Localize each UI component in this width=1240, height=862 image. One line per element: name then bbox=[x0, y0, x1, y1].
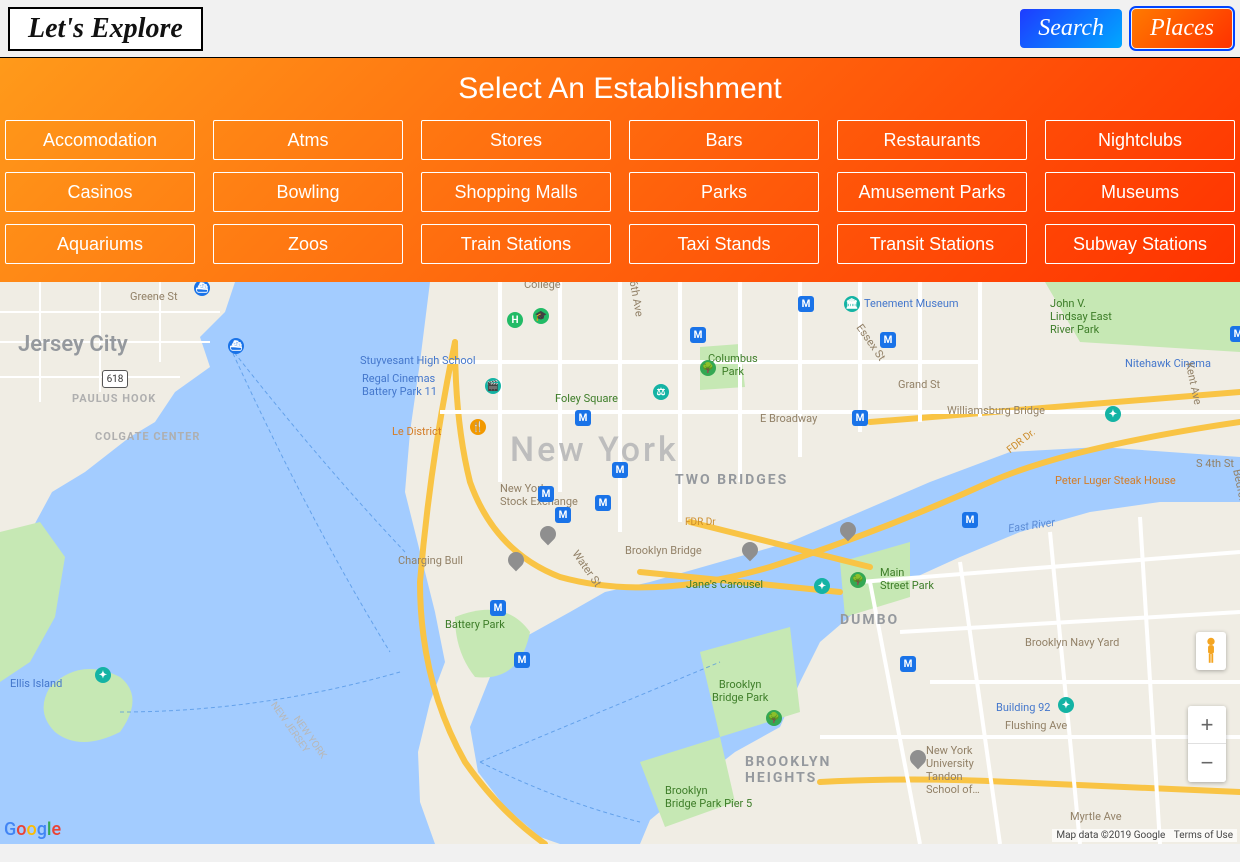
category-stores[interactable]: Stores bbox=[421, 120, 611, 160]
poi-icon: ✦ bbox=[1058, 697, 1074, 713]
metro-icon: M bbox=[595, 495, 611, 511]
metro-icon: M bbox=[852, 410, 868, 426]
poi-icon: ✦ bbox=[95, 667, 111, 683]
park-icon: 🌳 bbox=[850, 572, 866, 588]
category-nightclubs[interactable]: Nightclubs bbox=[1045, 120, 1235, 160]
category-aquariums[interactable]: Aquariums bbox=[5, 224, 195, 264]
category-accomodation[interactable]: Accomodation bbox=[5, 120, 195, 160]
google-logo: Google bbox=[4, 819, 61, 840]
category-shopping-malls[interactable]: Shopping Malls bbox=[421, 172, 611, 212]
hospital-icon: H bbox=[507, 312, 523, 328]
zoom-in-button[interactable]: + bbox=[1188, 706, 1226, 744]
category-grid: Accomodation Atms Stores Bars Restaurants Nig… bbox=[0, 120, 1240, 264]
park-icon: 🌳 bbox=[700, 360, 716, 376]
category-transit-stations[interactable]: Transit Stations bbox=[837, 224, 1027, 264]
category-bowling[interactable]: Bowling bbox=[213, 172, 403, 212]
park-icon: 🌳 bbox=[766, 710, 782, 726]
search-button[interactable]: Search bbox=[1020, 9, 1122, 48]
poi-icon: ⚖ bbox=[653, 384, 669, 400]
metro-icon: M bbox=[555, 507, 571, 523]
map-attribution: Map data ©2019 Google Terms of Use bbox=[1052, 829, 1237, 842]
metro-icon: M bbox=[880, 332, 896, 348]
metro-icon: M bbox=[612, 462, 628, 478]
attribution-text: Map data ©2019 Google bbox=[1056, 830, 1165, 841]
panel-title: Select An Establishment bbox=[0, 58, 1240, 120]
header: Let's Explore Search Places bbox=[0, 0, 1240, 58]
metro-icon: M bbox=[962, 512, 978, 528]
category-restaurants[interactable]: Restaurants bbox=[837, 120, 1027, 160]
poi-icon: ✦ bbox=[814, 578, 830, 594]
nav: Search Places bbox=[1020, 9, 1232, 48]
pegman-icon bbox=[1202, 637, 1220, 665]
places-button[interactable]: Places bbox=[1132, 9, 1232, 48]
category-casinos[interactable]: Casinos bbox=[5, 172, 195, 212]
route-shield-618: 618 bbox=[102, 370, 128, 388]
food-icon: 🍴 bbox=[470, 419, 486, 435]
category-zoos[interactable]: Zoos bbox=[213, 224, 403, 264]
establishment-panel: Select An Establishment Accomodation Atms… bbox=[0, 58, 1240, 282]
category-subway-stations[interactable]: Subway Stations bbox=[1045, 224, 1235, 264]
category-train-stations[interactable]: Train Stations bbox=[421, 224, 611, 264]
poi-icon: 🎬 bbox=[485, 378, 501, 394]
metro-icon: M bbox=[490, 600, 506, 616]
metro-icon: M bbox=[538, 486, 554, 502]
category-atms[interactable]: Atms bbox=[213, 120, 403, 160]
category-museums[interactable]: Museums bbox=[1045, 172, 1235, 212]
pegman-control[interactable] bbox=[1196, 632, 1226, 670]
ferry-icon: ⛴ bbox=[228, 338, 244, 354]
school-icon: 🎓 bbox=[533, 308, 549, 324]
museum-icon: 🏛 bbox=[844, 296, 860, 312]
zoom-out-button[interactable]: − bbox=[1188, 744, 1226, 782]
zoom-control: + − bbox=[1188, 706, 1226, 782]
metro-icon: M bbox=[690, 327, 706, 343]
category-parks[interactable]: Parks bbox=[629, 172, 819, 212]
terms-link[interactable]: Terms of Use bbox=[1174, 830, 1233, 841]
map[interactable]: Jersey City New York PAULUS HOOK COLGATE… bbox=[0, 282, 1240, 844]
category-amusement-parks[interactable]: Amusement Parks bbox=[837, 172, 1027, 212]
metro-icon: M bbox=[1230, 326, 1240, 342]
metro-icon: M bbox=[798, 296, 814, 312]
metro-icon: M bbox=[900, 656, 916, 672]
metro-icon: M bbox=[575, 410, 591, 426]
category-bars[interactable]: Bars bbox=[629, 120, 819, 160]
logo[interactable]: Let's Explore bbox=[8, 7, 203, 51]
metro-icon: M bbox=[514, 652, 530, 668]
map-canvas[interactable] bbox=[0, 282, 1240, 844]
category-taxi-stands[interactable]: Taxi Stands bbox=[629, 224, 819, 264]
poi-icon: ✦ bbox=[1105, 406, 1121, 422]
